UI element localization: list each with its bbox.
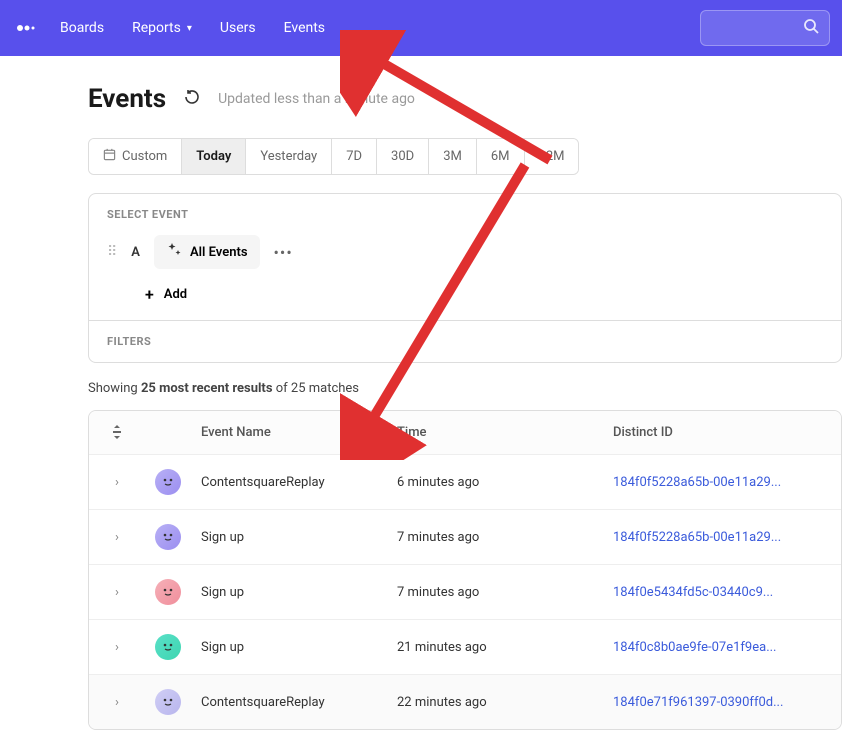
date-filter-12m[interactable]: 12M: [525, 139, 579, 174]
results-suffix: of 25 matches: [273, 381, 360, 396]
add-label: Add: [164, 287, 187, 302]
distinct-id-link[interactable]: 184f0c8b0ae9fe-07e1f9ea...: [613, 640, 776, 655]
chevron-right-icon[interactable]: ›: [115, 475, 119, 490]
date-filter-6m[interactable]: 6M: [477, 139, 525, 174]
date-filter-3m[interactable]: 3M: [429, 139, 477, 174]
time-cell: 7 minutes ago: [387, 510, 603, 564]
date-filter-label: Custom: [122, 149, 167, 164]
user-avatar[interactable]: [155, 524, 181, 550]
plus-icon: +: [145, 285, 154, 304]
add-event-button[interactable]: + Add: [89, 281, 841, 320]
nav-items: Boards Reports ▾ Users Events: [60, 20, 700, 36]
time-cell: 22 minutes ago: [387, 675, 603, 729]
more-icon[interactable]: •••: [274, 243, 293, 262]
event-name-cell: Sign up: [191, 620, 387, 674]
nav-boards[interactable]: Boards: [60, 20, 104, 36]
chevron-down-icon: ▾: [187, 23, 192, 34]
chevron-right-icon[interactable]: ›: [115, 695, 119, 710]
select-event-panel: SELECT EVENT ⠿ A All Events ••• + Add FI…: [88, 193, 842, 363]
all-events-chip[interactable]: All Events: [154, 235, 260, 269]
nav-events[interactable]: Events: [284, 20, 325, 36]
event-name-cell: ContentsquareReplay: [191, 675, 387, 729]
results-summary: Showing 25 most recent results of 25 mat…: [88, 381, 842, 396]
chevron-right-icon[interactable]: ›: [115, 640, 119, 655]
top-navbar: Boards Reports ▾ Users Events: [0, 0, 842, 56]
search-icon: [803, 18, 819, 38]
time-cell: 21 minutes ago: [387, 620, 603, 674]
date-filter-custom[interactable]: Custom: [89, 139, 182, 174]
chevron-right-icon[interactable]: ›: [115, 585, 119, 600]
page-title: Events: [88, 84, 166, 114]
series-letter: A: [131, 245, 140, 260]
date-filter-yesterday[interactable]: Yesterday: [246, 139, 332, 174]
event-name-cell: Sign up: [191, 565, 387, 619]
th-avatar: [145, 411, 191, 454]
nav-users[interactable]: Users: [220, 20, 256, 36]
nav-reports[interactable]: Reports ▾: [132, 20, 192, 36]
distinct-id-link[interactable]: 184f0e5434fd5c-03440c9...: [613, 585, 773, 600]
user-avatar[interactable]: [155, 579, 181, 605]
collapse-icon: [111, 425, 123, 439]
collapse-all-button[interactable]: [89, 411, 145, 454]
distinct-id-link[interactable]: 184f0f5228a65b-00e11a29...: [613, 530, 781, 545]
table-body: › ContentsquareReplay 6 minutes ago 184f…: [89, 455, 841, 729]
th-time[interactable]: Time: [387, 411, 603, 454]
distinct-id-link[interactable]: 184f0f5228a65b-00e11a29...: [613, 475, 781, 490]
events-table: Event Name Time Distinct ID › Contentsqu…: [88, 410, 842, 730]
drag-handle-icon[interactable]: ⠿: [107, 244, 117, 260]
date-range-filters: Custom Today Yesterday 7D 30D 3M 6M 12M: [88, 138, 579, 175]
user-avatar[interactable]: [155, 469, 181, 495]
time-cell: 6 minutes ago: [387, 455, 603, 509]
table-row[interactable]: › ContentsquareReplay 22 minutes ago 184…: [89, 675, 841, 729]
table-header: Event Name Time Distinct ID: [89, 411, 841, 455]
table-row[interactable]: › Sign up 7 minutes ago 184f0f5228a65b-0…: [89, 510, 841, 565]
table-row[interactable]: › Sign up 21 minutes ago 184f0c8b0ae9fe-…: [89, 620, 841, 675]
time-cell: 7 minutes ago: [387, 565, 603, 619]
page-header: Events Updated less than a minute ago: [88, 84, 842, 114]
all-events-label: All Events: [190, 245, 248, 260]
user-avatar[interactable]: [155, 634, 181, 660]
sparkle-icon: [166, 242, 182, 262]
date-filter-today[interactable]: Today: [182, 139, 246, 174]
distinct-id-link[interactable]: 184f0e71f961397-0390ff0d...: [613, 695, 783, 710]
th-event-name[interactable]: Event Name: [191, 411, 387, 454]
date-filter-30d[interactable]: 30D: [377, 139, 429, 174]
event-name-cell: Sign up: [191, 510, 387, 564]
chevron-right-icon[interactable]: ›: [115, 530, 119, 545]
event-name-cell: ContentsquareReplay: [191, 455, 387, 509]
refresh-icon[interactable]: [184, 89, 200, 109]
filters-header: FILTERS: [89, 320, 841, 362]
date-filter-7d[interactable]: 7D: [332, 139, 377, 174]
nav-reports-label: Reports: [132, 20, 181, 36]
search-input[interactable]: [700, 10, 830, 46]
app-logo[interactable]: [12, 14, 40, 42]
event-selector-row: ⠿ A All Events •••: [89, 227, 841, 281]
calendar-icon: [103, 148, 116, 165]
table-row[interactable]: › ContentsquareReplay 6 minutes ago 184f…: [89, 455, 841, 510]
results-prefix: Showing: [88, 381, 141, 396]
th-distinct-id[interactable]: Distinct ID: [603, 411, 841, 454]
table-row[interactable]: › Sign up 7 minutes ago 184f0e5434fd5c-0…: [89, 565, 841, 620]
results-bold: 25 most recent results: [141, 381, 273, 396]
user-avatar[interactable]: [155, 689, 181, 715]
select-event-header: SELECT EVENT: [89, 194, 841, 227]
updated-label: Updated less than a minute ago: [218, 91, 415, 107]
